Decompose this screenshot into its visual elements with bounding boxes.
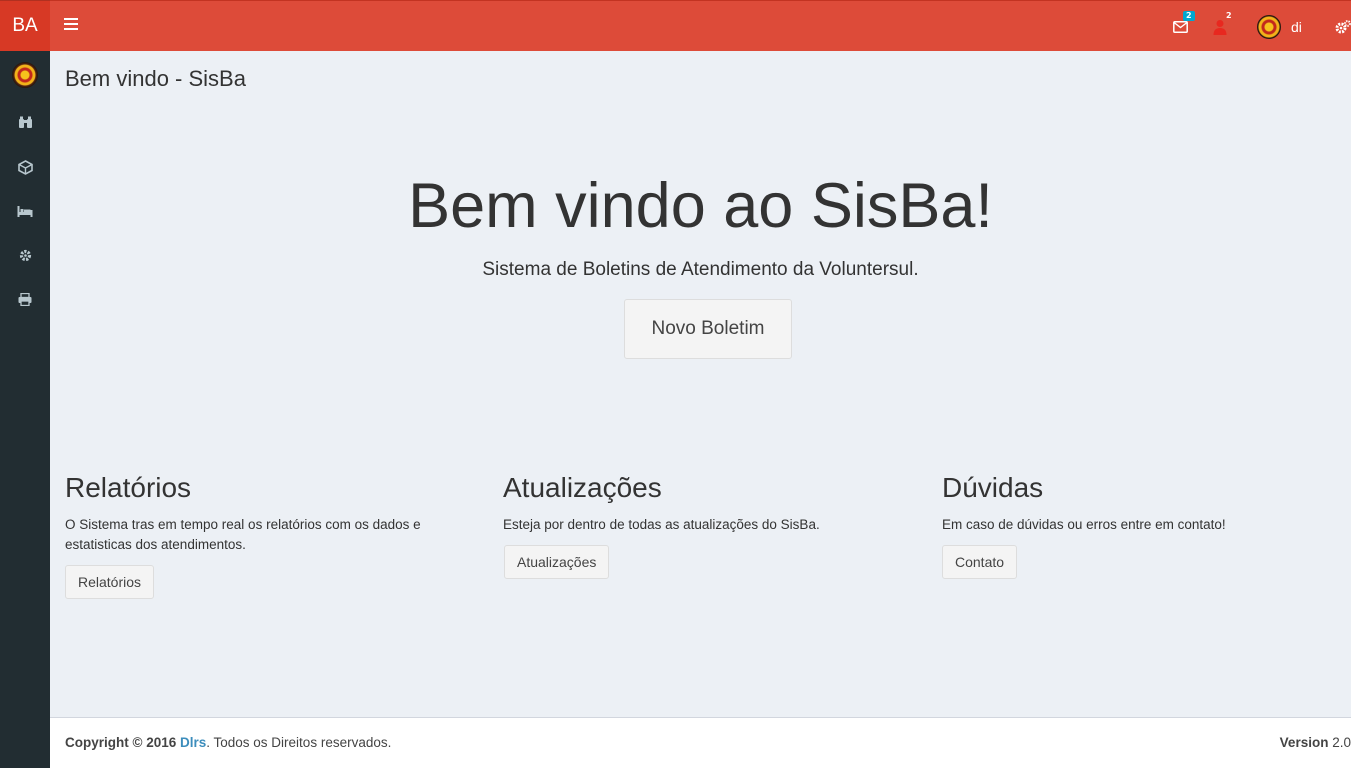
bed-icon [17, 205, 33, 217]
copyright-prefix: Copyright © 2016 [65, 735, 177, 750]
top-navbar: 2 2 di [50, 0, 1351, 51]
reports-button[interactable]: Relatórios [65, 565, 155, 599]
version-value: 2.0 [1332, 735, 1351, 750]
updates-heading: Atualizações [503, 472, 662, 503]
sidebar-item-print[interactable] [0, 277, 50, 321]
page-title: Bem vindo - SisBa [65, 66, 246, 91]
version: Version 2.0 [1280, 735, 1351, 750]
user-name: di [1291, 18, 1302, 35]
updates-description: Esteja por dentro de todas as atualizaçõ… [503, 517, 820, 532]
messages-badge: 2 [1183, 11, 1195, 21]
binoculars-icon [18, 116, 32, 128]
updates-button[interactable]: Atualizações [504, 545, 610, 579]
gears-icon [1335, 19, 1351, 33]
rights-text: . Todos os Direitos reservados. [206, 735, 392, 750]
sidebar-item-profile[interactable] [0, 53, 50, 97]
welcome-heading: Bem vindo ao SisBa! [408, 171, 993, 241]
user-menu[interactable]: di [1257, 1, 1307, 52]
sidebar-item-settings[interactable] [0, 233, 50, 277]
footer: Copyright © 2016 Dlrs. Todos os Direitos… [50, 717, 1351, 768]
emblem-icon [12, 62, 38, 88]
envelope-icon [1173, 20, 1188, 33]
cube-icon [17, 159, 33, 175]
reports-heading: Relatórios [65, 472, 192, 503]
messages-menu[interactable]: 2 [1173, 1, 1195, 52]
app-logo[interactable]: BA [0, 0, 50, 51]
reports-description: O Sistema tras em tempo real os relatóri… [65, 517, 421, 552]
faq-description: Em caso de dúvidas ou erros entre em con… [942, 517, 1226, 532]
company-link[interactable]: Dlrs [180, 735, 206, 750]
copyright: Copyright © 2016 Dlrs. Todos os Direitos… [65, 735, 391, 750]
version-label: Version [1279, 735, 1329, 750]
sidebar [0, 51, 50, 768]
sidebar-item-modules[interactable] [0, 145, 50, 189]
sidebar-item-search[interactable] [0, 100, 50, 144]
print-icon [18, 292, 32, 306]
new-report-button[interactable]: Novo Boletim [624, 299, 792, 359]
contact-button[interactable]: Contato [942, 545, 1018, 579]
user-avatar [1257, 14, 1281, 39]
notifications-badge: 2 [1226, 11, 1232, 20]
sidebar-toggle-icon[interactable] [64, 18, 78, 32]
notifications-menu[interactable]: 2 [1213, 1, 1232, 52]
control-sidebar-toggle[interactable] [1335, 1, 1351, 52]
welcome-subtitle: Sistema de Boletins de Atendimento da Vo… [482, 259, 919, 280]
gear-icon [19, 249, 31, 261]
sidebar-item-beds[interactable] [0, 189, 50, 233]
logo-text: BA [12, 15, 38, 36]
faq-heading: Dúvidas [942, 472, 1044, 503]
